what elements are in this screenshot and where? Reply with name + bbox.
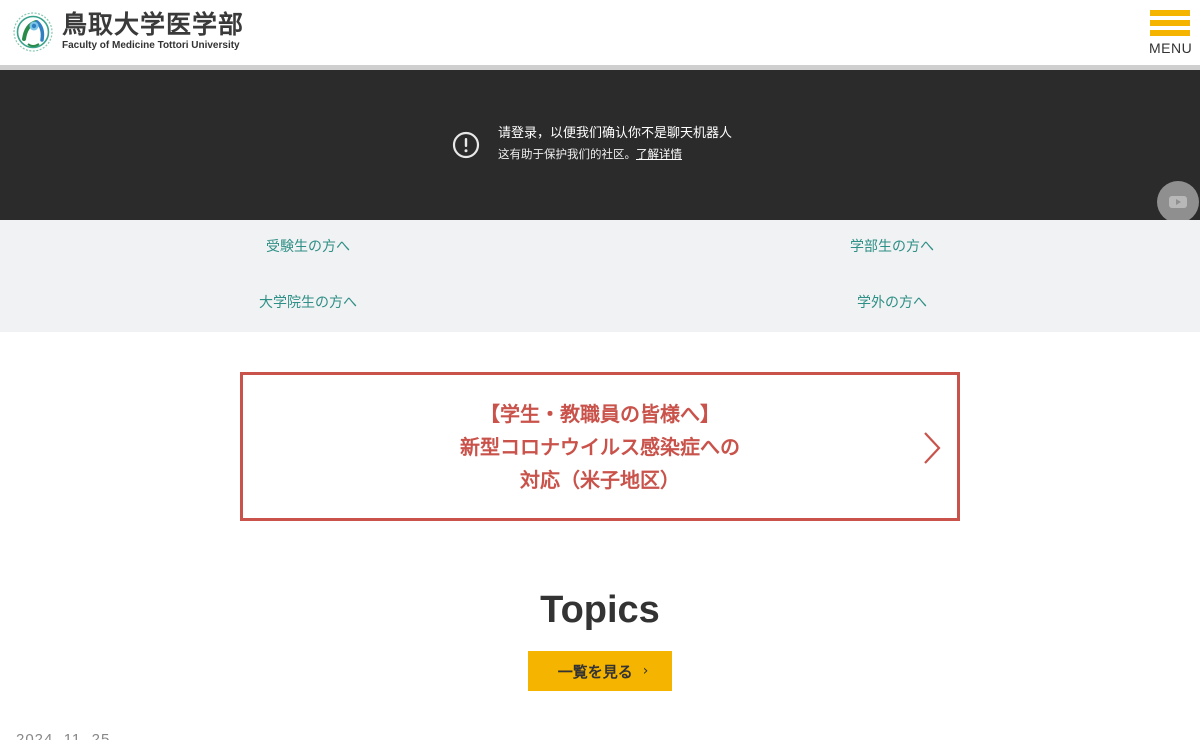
audience-nav: 受験生の方へ 学部生の方へ 大学院生の方へ 学外の方へ [0,220,1200,332]
youtube-icon [1169,196,1187,208]
topic-date: 2024. 11. 25 [16,731,111,740]
chevron-right-icon [924,432,941,464]
menu-label: MENU [1149,40,1193,56]
topics-heading: Topics [540,589,660,631]
hamburger-bar-icon [1150,30,1190,36]
audience-link-undergraduates[interactable]: 学部生の方へ [592,237,1192,257]
login-notice: 请登录，以便我们确认你不是聊天机器人 这有助于保护我们的社区。了解详情 [452,124,732,164]
logo-english-name: Faculty of Medicine Tottori University [62,39,240,51]
hamburger-bar-icon [1150,10,1190,16]
covid-notice-line: 新型コロナウイルス感染症への [460,435,740,459]
covid-notice-line: 【学生・教職員の皆様へ】 [480,402,720,426]
view-all-label: 一覧を見る [557,662,633,681]
covid-notice-link[interactable]: 【学生・教職員の皆様へ】 新型コロナウイルス感染症への 対応（米子地区） [240,372,960,521]
video-play-button[interactable] [1157,181,1199,223]
notice-message: 请登录，以便我们确认你不是聊天机器人 [498,126,733,141]
site-header: 鳥取大学医学部 Faculty of Medicine Tottori Univ… [0,0,1200,65]
logo-emblem-icon [13,12,53,52]
view-all-topics-button[interactable]: 一覧を見る › [528,651,672,691]
menu-button[interactable]: MENU [1149,9,1193,57]
covid-notice-line: 対応（米子地区） [520,468,680,492]
chevron-right-icon: › [642,663,649,679]
hamburger-bar-icon [1150,20,1190,26]
audience-link-graduate-students[interactable]: 大学院生の方へ [8,293,608,313]
covid-notice-text: 【学生・教職員の皆様へ】 新型コロナウイルス感染症への 対応（米子地区） [243,398,957,497]
audience-link-applicants[interactable]: 受験生の方へ [8,237,608,257]
audience-link-external-visitors[interactable]: 学外の方へ [592,293,1192,313]
site-logo[interactable]: 鳥取大学医学部 Faculty of Medicine Tottori Univ… [12,9,244,53]
learn-more-link[interactable]: 了解详情 [636,147,682,161]
logo-japanese-name: 鳥取大学医学部 [62,9,245,39]
alert-circle-icon [452,131,480,159]
notice-subtext: 这有助于保护我们的社区。了解详情 [498,144,732,164]
video-embed[interactable]: 请登录，以便我们确认你不是聊天机器人 这有助于保护我们的社区。了解详情 [0,70,1200,223]
notice-subtext-body: 这有助于保护我们的社区。 [498,147,636,161]
